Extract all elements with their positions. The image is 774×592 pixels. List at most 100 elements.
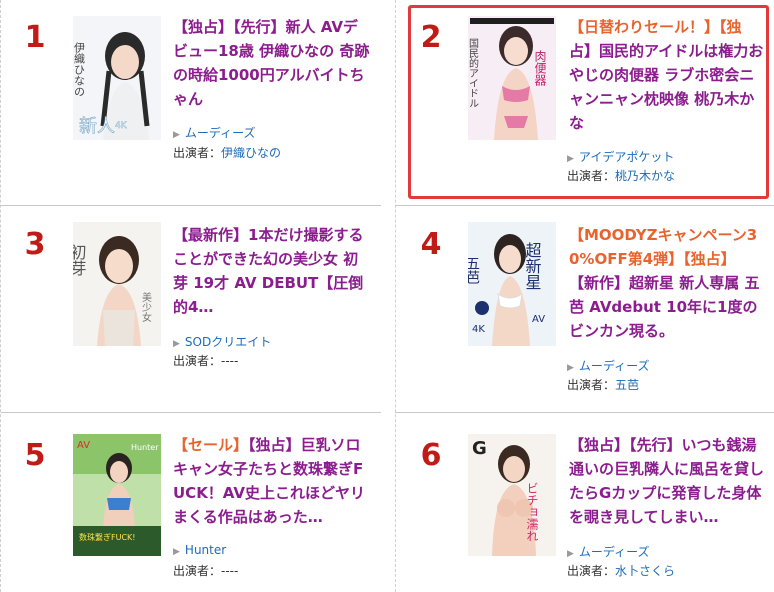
title-line: UCK！AV史上これほどヤリ <box>173 484 366 502</box>
title-line: ゃん <box>173 90 204 108</box>
title-line: 芭 AVdebut 10年に1度の <box>569 298 758 316</box>
item-title[interactable]: 【独占】【先行】新人 AVデ ビュー18歳 伊織ひなの 奇跡 の時給1000円ア… <box>173 15 383 111</box>
item-title[interactable]: 【独占】【先行】いつも銭湯 通いの巨乳隣人に風呂を貸し たらGカップに発育した身… <box>569 433 769 529</box>
title-line: ビュー18歳 伊織ひなの 奇跡 <box>173 42 370 60</box>
svg-text:ビチョ濡れ: ビチョ濡れ <box>525 482 539 542</box>
svg-text:AV: AV <box>77 440 90 451</box>
cast-name[interactable]: 五芭 <box>615 378 639 392</box>
triangle-right-icon: ▶ <box>567 363 574 373</box>
svg-text:国民的アイドル: 国民的アイドル <box>468 38 479 108</box>
title-line: 【独占】【先行】新人 AVデ <box>173 18 358 36</box>
cast-name[interactable]: 桃乃木かな <box>615 169 675 183</box>
title-line: 通いの巨乳隣人に風呂を貸し <box>569 460 765 478</box>
cover-thumbnail: 伊織ひなの 新人 4K <box>73 16 161 140</box>
cover-image[interactable]: 初芽 美少女 <box>73 222 161 346</box>
svg-text:五芭: 五芭 <box>468 256 480 284</box>
cast-label: 出演者： <box>173 146 222 160</box>
cover-image[interactable]: 伊織ひなの 新人 4K <box>73 16 161 140</box>
maker-link[interactable]: ▶ ムーディーズ <box>567 543 649 560</box>
item-title[interactable]: 【MOODYZキャンペーン3 0%OFF第4弾】【独占】 【新作】超新星 新人専… <box>569 223 769 343</box>
svg-text:肉便器: 肉便器 <box>533 50 547 87</box>
cast-name[interactable]: 伊織ひなの <box>221 146 281 160</box>
title-line: を覗き見してしまい… <box>569 508 719 526</box>
title-line: まくる作品はあった… <box>173 508 323 526</box>
svg-text:4K: 4K <box>472 324 485 335</box>
title-line: の時給1000円アルバイトち <box>173 66 365 84</box>
rank-number: 6 <box>420 438 442 473</box>
svg-text:初芽: 初芽 <box>73 244 87 276</box>
svg-text:4K: 4K <box>115 121 128 131</box>
maker-name: Hunter <box>184 543 227 557</box>
ranking-item-6[interactable]: 6 G ビチョ濡れ 【独占】【先行】いつも銭湯 通いの巨乳隣人に風呂を貸し たら… <box>395 413 774 592</box>
svg-text:数珠繋ぎFUCK!: 数珠繋ぎFUCK! <box>79 532 136 542</box>
cast-name[interactable]: 水卜さくら <box>615 564 675 578</box>
item-title[interactable]: 【最新作】1本だけ撮影する ことができた幻の美少女 初 芽 19才 AV DEB… <box>173 223 383 319</box>
sale-tag: 【セール】 <box>173 436 249 454</box>
cover-image[interactable]: 国民的アイドル 肉便器 <box>468 16 556 140</box>
maker-link[interactable]: ▶ Hunter <box>173 543 226 557</box>
maker-link[interactable]: ▶ アイデアポケット <box>567 148 674 165</box>
triangle-right-icon: ▶ <box>567 549 574 559</box>
maker-name: ムーディーズ <box>184 126 256 140</box>
title-line: 【日替わりセール！】【独 <box>569 15 769 39</box>
cast-line: 出演者：五芭 <box>567 376 639 393</box>
triangle-right-icon: ▶ <box>173 547 180 557</box>
maker-name: SODクリエイト <box>184 335 272 349</box>
cast-name: ---- <box>221 564 239 578</box>
title-line: 【新作】超新星 新人専属 五 <box>569 274 760 292</box>
svg-text:超新星: 超新星 <box>523 242 542 290</box>
triangle-right-icon: ▶ <box>567 154 574 164</box>
triangle-right-icon: ▶ <box>173 130 180 140</box>
triangle-right-icon: ▶ <box>173 339 180 349</box>
ranking-item-4[interactable]: 4 超新星 五芭 4K AV 【MOODYZキャンペーン3 0%OFF第4弾】【… <box>395 206 774 412</box>
ranking-item-5[interactable]: 5 数珠繋ぎFUCK! Hunter AV 【セール】【独占】巨乳ソロ キャン女… <box>1 413 388 592</box>
rank-number: 3 <box>24 227 46 262</box>
cover-thumbnail: 数珠繋ぎFUCK! Hunter AV <box>73 434 161 556</box>
title-line: な <box>569 114 585 132</box>
cast-label: 出演者： <box>173 354 222 368</box>
rank-number: 2 <box>420 20 442 55</box>
item-title[interactable]: 【セール】【独占】巨乳ソロ キャン女子たちと数珠繋ぎF UCK！AV史上これほど… <box>173 433 383 529</box>
title-line: 【セール】【独占】巨乳ソロ <box>173 436 361 454</box>
title-line: キャン女子たちと数珠繋ぎF <box>173 460 364 478</box>
maker-name: ムーディーズ <box>578 359 650 373</box>
ranking-item-3[interactable]: 3 初芽 美少女 【最新作】1本だけ撮影する ことができた幻の美少女 初 芽 1… <box>1 206 388 412</box>
maker-name: アイデアポケット <box>578 150 675 164</box>
cast-label: 出演者： <box>173 564 222 578</box>
title-line: 的4… <box>173 298 214 316</box>
sale-tag: 【日替わりセール！】【独 <box>569 18 742 36</box>
cover-thumbnail: 超新星 五芭 4K AV <box>468 222 556 346</box>
rank-number: 1 <box>24 20 46 55</box>
title-line: ことができた幻の美少女 初 <box>173 250 359 268</box>
maker-link[interactable]: ▶ ムーディーズ <box>173 124 255 141</box>
cast-label: 出演者： <box>567 169 616 183</box>
title-line: ビンカン現る。 <box>569 322 675 340</box>
title-line: ャンニャン枕映像 桃乃木か <box>569 90 755 108</box>
cover-image[interactable]: 超新星 五芭 4K AV <box>468 222 556 346</box>
svg-text:Hunter: Hunter <box>131 443 159 452</box>
svg-text:AV: AV <box>532 314 545 325</box>
svg-text:伊織ひなの: 伊織ひなの <box>73 42 86 97</box>
item-title[interactable]: 【日替わりセール！】【独 占】国民的アイドルは権力お やじの肉便器 ラブホ密会ニ… <box>569 15 769 135</box>
ranking-grid: 1 伊織ひなの 新人 4K 【独占】【先行】新人 AVデ ビュー18歳 伊織ひな… <box>0 0 774 592</box>
title-line: たらGカップに発育した身体 <box>569 484 762 502</box>
cover-thumbnail: 初芽 美少女 <box>73 222 161 346</box>
ranking-item-1[interactable]: 1 伊織ひなの 新人 4K 【独占】【先行】新人 AVデ ビュー18歳 伊織ひな… <box>1 0 388 206</box>
maker-link[interactable]: ▶ ムーディーズ <box>567 357 649 374</box>
campaign-tag: 【MOODYZキャンペーン3 <box>569 226 758 244</box>
title-line: 【最新作】1本だけ撮影する <box>173 226 364 244</box>
svg-text:美少女: 美少女 <box>140 291 152 323</box>
maker-name: ムーディーズ <box>578 545 650 559</box>
ranking-item-2[interactable]: 2 国民的アイドル 肉便器 【日替わりセール！】【独 占】国民的アイドルは権力お… <box>395 0 774 206</box>
cover-image[interactable]: 数珠繋ぎFUCK! Hunter AV <box>73 434 161 556</box>
title-line: 【MOODYZキャンペーン3 <box>569 223 769 247</box>
rank-number: 4 <box>420 227 442 262</box>
title-line: 0%OFF第4弾】【独占】 <box>569 247 769 271</box>
cast-line: 出演者：---- <box>173 562 238 579</box>
svg-text:新人: 新人 <box>79 116 115 137</box>
title-line: やじの肉便器 ラブホ密会ニ <box>569 66 755 84</box>
maker-link[interactable]: ▶ SODクリエイト <box>173 333 271 350</box>
campaign-tag: 0%OFF第4弾】【独占】 <box>569 250 736 268</box>
cover-thumbnail: G ビチョ濡れ <box>468 434 556 556</box>
cover-image[interactable]: G ビチョ濡れ <box>468 434 556 556</box>
